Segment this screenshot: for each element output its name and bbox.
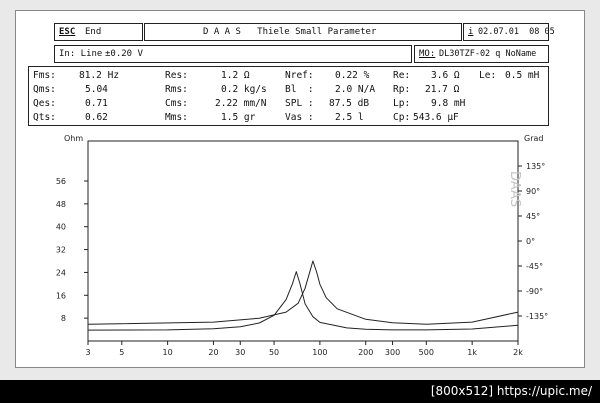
x-tick-label: 30 — [235, 348, 245, 357]
left-axis-label: Ohm — [64, 134, 83, 143]
param-spl-value: 87.5 dB — [329, 98, 370, 109]
param-rms-name: Rms: — [165, 84, 188, 95]
daas-watermark: DAAS — [507, 171, 522, 207]
param-lp-name: Lp: — [393, 98, 411, 109]
y-right-tick-label: 0° — [526, 237, 535, 246]
input-box[interactable]: In: Line ±0.20 V — [54, 45, 412, 63]
y-left-tick-label: 16 — [56, 291, 66, 300]
y-right-tick-label: -45° — [526, 262, 543, 271]
parameter-panel: Fms: 81.2 Hz Res: 1.2 Ω Nref: 0.22 % Re:… — [28, 66, 549, 126]
x-tick-label: 5 — [119, 348, 124, 357]
footer-url: [800x512] https://upic.me/ — [430, 384, 592, 398]
y-left-tick-label: 40 — [56, 223, 66, 232]
param-res-name: Res: — [165, 70, 188, 81]
y-right-tick-label: -135° — [526, 312, 548, 321]
param-qms-value: 5.04 — [85, 84, 108, 95]
model-name: DL30TZF-02 q NoName — [439, 49, 537, 59]
y-left-tick-label: 32 — [56, 246, 66, 255]
param-lp-value: 9.8 mH — [431, 98, 466, 109]
param-rms-value: 0.2 kg/s — [221, 84, 267, 95]
datetime: 02.07.01 08 05 — [478, 27, 555, 37]
y-right-tick-label: -90° — [526, 287, 543, 296]
param-qes-value: 0.71 — [85, 98, 108, 109]
y-left-tick-label: 56 — [56, 177, 66, 186]
param-qms-name: Qms: — [33, 84, 56, 95]
datetime-box: i 02.07.01 08 05 — [463, 23, 555, 41]
param-cms-name: Cms: — [165, 98, 188, 109]
daas-window: ESC End D A A S Thiele Small Parameter i… — [15, 10, 585, 368]
param-le-name: Le: — [479, 70, 497, 81]
x-tick-label: 100 — [312, 348, 327, 357]
x-tick-label: 20 — [208, 348, 218, 357]
x-tick-label: 2k — [513, 348, 523, 357]
param-cp-value: 543.6 μF — [413, 112, 459, 123]
param-cms-value: 2.22 mm/N — [215, 98, 267, 109]
window-title: D A A S Thiele Small Parameter — [203, 27, 377, 37]
param-nref-value: 0.22 % — [335, 70, 370, 81]
param-vas-value: 2.5 l — [335, 112, 364, 123]
model-box[interactable]: MO: DL30TZF-02 q NoName — [414, 45, 549, 63]
x-tick-label: 300 — [385, 348, 400, 357]
y-right-tick-label: 135° — [526, 162, 545, 171]
x-tick-label: 50 — [269, 348, 279, 357]
param-qts-name: Qts: — [33, 112, 56, 123]
esc-end-box[interactable]: ESC End — [54, 23, 143, 41]
esc-key[interactable]: ESC — [59, 25, 75, 39]
x-tick-label: 200 — [358, 348, 373, 357]
param-re-name: Re: — [393, 70, 411, 81]
param-fms-name: Fms: — [33, 70, 56, 81]
param-mms-name: Mms: — [165, 112, 188, 123]
y-right-tick-label: 45° — [526, 212, 540, 221]
mo-label[interactable]: MO: — [419, 47, 435, 61]
right-axis-label: Grad — [524, 134, 543, 143]
param-nref-name: Nref: — [285, 70, 314, 81]
info-icon[interactable]: i — [468, 25, 473, 39]
param-fms-value: 81.2 Hz — [79, 70, 120, 81]
param-spl-name: SPL : — [285, 98, 314, 109]
title-box: D A A S Thiele Small Parameter — [144, 23, 462, 41]
param-rp-value: 21.7 Ω — [425, 84, 460, 95]
input-label: In: Line — [59, 49, 103, 59]
image-host-footer: [800x512] https://upic.me/ — [0, 380, 600, 403]
end-label[interactable]: End — [85, 25, 101, 39]
y-right-tick-label: 90° — [526, 187, 540, 196]
param-qes-name: Qes: — [33, 98, 56, 109]
param-bl-name: Bl : — [285, 84, 314, 95]
param-res-value: 1.2 Ω — [221, 70, 250, 81]
y-left-tick-label: 8 — [61, 314, 66, 323]
param-le-value: 0.5 mH — [505, 70, 540, 81]
param-mms-value: 1.5 gr — [221, 112, 256, 123]
input-level: ±0.20 V — [105, 49, 143, 59]
y-left-tick-label: 48 — [56, 200, 66, 209]
y-left-tick-label: 24 — [56, 268, 66, 277]
param-cp-name: Cp: — [393, 112, 411, 123]
x-tick-label: 3 — [85, 348, 90, 357]
param-vas-name: Vas : — [285, 112, 314, 123]
param-qts-value: 0.62 — [85, 112, 108, 123]
param-rp-name: Rp: — [393, 84, 411, 95]
param-re-value: 3.6 Ω — [431, 70, 460, 81]
x-tick-label: 500 — [419, 348, 434, 357]
plot-frame — [87, 140, 519, 342]
param-bl-value: 2.0 N/A — [335, 84, 376, 95]
x-tick-label: 10 — [163, 348, 173, 357]
x-tick-label: 1k — [467, 348, 477, 357]
impedance-phase-chart: Ohm Grad DAAS 3 5 10 20 30 50 100 200 300 500 1k 2k… — [56, 134, 548, 357]
